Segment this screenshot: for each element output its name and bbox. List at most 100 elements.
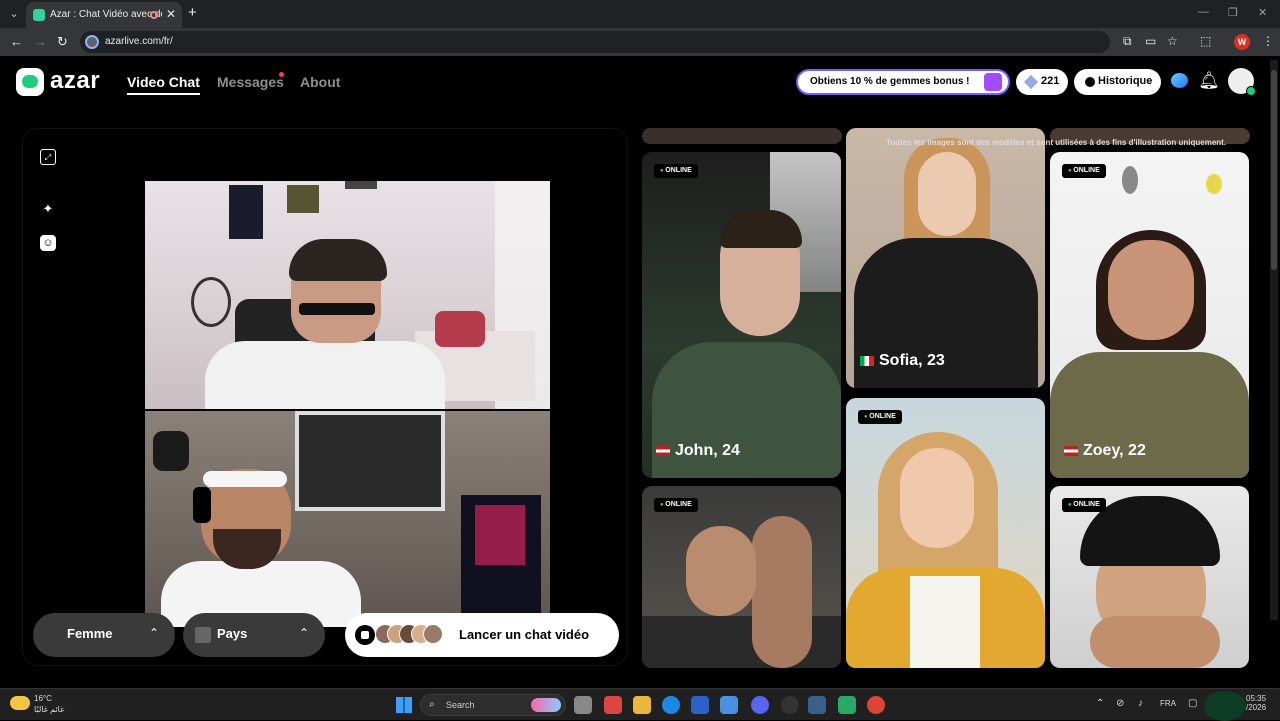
translate-icon[interactable]: ⧉ <box>1123 34 1132 49</box>
weather-icon[interactable] <box>10 696 30 710</box>
camera-icon <box>355 625 375 645</box>
site-header: azar Video Chat Messages About Obtiens 1… <box>0 56 1280 108</box>
chat-bubble-icon[interactable] <box>1169 70 1191 92</box>
android-app-icon[interactable] <box>838 696 856 714</box>
video-chat-panel: ⤢ ✦ ☺ Femme ⌃ Pays ⌃ Lancer un chat vidé… <box>22 128 628 666</box>
clock-icon <box>1085 77 1095 87</box>
site-info-icon[interactable] <box>85 35 99 49</box>
chevron-up-icon: ⌃ <box>148 626 159 640</box>
app-icon[interactable] <box>781 696 799 714</box>
remote-video-feed <box>145 181 550 409</box>
chrome-icon[interactable] <box>867 696 885 714</box>
forward-icon[interactable]: → <box>34 34 47 49</box>
minimize-icon[interactable]: — <box>1198 6 1209 18</box>
discord-icon[interactable] <box>751 696 769 714</box>
profile-card-sofia[interactable]: Sofia, 23 <box>846 128 1045 388</box>
settings-app-icon[interactable] <box>808 696 826 714</box>
edge-icon[interactable] <box>662 696 680 714</box>
online-badge: ONLINE <box>858 410 902 424</box>
online-badge: ONLINE <box>654 164 698 178</box>
start-video-chat-label: Lancer un chat vidéo <box>459 627 590 642</box>
windows-start-icon[interactable] <box>396 697 412 713</box>
profile-card-john[interactable]: ONLINE John, 24 <box>642 152 841 478</box>
browser-profile-avatar[interactable]: W <box>1234 34 1250 50</box>
profile-card[interactable]: ONLINE <box>846 398 1045 668</box>
gender-filter-label: Femme <box>67 626 113 641</box>
bonus-gems-promo-button[interactable]: Obtiens 10 % de gemmes bonus ! <box>796 69 1010 95</box>
streamer-logo <box>1204 691 1246 721</box>
widgets-icon[interactable] <box>604 696 622 714</box>
bookmark-star-icon[interactable]: ☆ <box>1167 34 1178 48</box>
logo-text[interactable]: azar <box>50 67 100 95</box>
network-icon[interactable]: ⊘ <box>1116 698 1124 709</box>
user-avatar[interactable] <box>1228 68 1256 96</box>
start-video-chat-button[interactable]: Lancer un chat vidéo <box>345 613 619 657</box>
cast-icon[interactable]: ▭ <box>1145 34 1156 48</box>
recording-icon <box>150 11 158 19</box>
profile-card-zoey[interactable]: ONLINE Zoey, 22 <box>1050 152 1249 478</box>
page-scrollbar[interactable] <box>1270 60 1278 620</box>
local-video-feed <box>145 411 550 627</box>
us-flag-icon <box>1064 445 1078 456</box>
os-taskbar: 16°C غائم غالبًا ⌕ Search ⌃ ⊘ ♪ FRA ▢ 05… <box>0 688 1280 721</box>
profile-card[interactable]: ONLINE <box>1050 486 1249 668</box>
gender-filter-select[interactable]: Femme ⌃ <box>33 613 175 657</box>
country-filter-select[interactable]: Pays ⌃ <box>183 613 325 657</box>
chevron-up-icon: ⌃ <box>298 626 309 640</box>
browser-toolbar: ← → ↻ azarlive.com/fr/ ⧉ ▭ ☆ ⬚ W ⋮ <box>0 28 1280 56</box>
nav-messages[interactable]: Messages <box>217 74 284 90</box>
task-view-icon[interactable] <box>574 696 592 714</box>
online-badge: ONLINE <box>1062 164 1106 178</box>
browser-tab[interactable]: Azar : Chat Vidéo avec de n ✕ <box>26 2 182 28</box>
history-button[interactable]: Historique <box>1074 69 1161 95</box>
azar-favicon-icon <box>33 9 45 21</box>
history-label: Historique <box>1098 75 1153 87</box>
tab-title: Azar : Chat Vidéo avec de n <box>50 9 162 20</box>
profile-card[interactable]: ONLINE <box>642 486 841 668</box>
country-filter-label: Pays <box>217 626 248 641</box>
file-explorer-icon[interactable] <box>633 696 651 714</box>
restore-icon[interactable]: ❐ <box>1228 6 1238 19</box>
browser-menu-icon[interactable]: ⋮ <box>1262 34 1274 48</box>
gift-icon <box>984 73 1002 91</box>
expand-icon[interactable]: ⤢ <box>40 149 56 165</box>
promo-text: Obtiens 10 % de gemmes bonus ! <box>810 76 970 87</box>
online-badge: ONLINE <box>654 498 698 512</box>
gems-count: 221 <box>1041 75 1060 87</box>
bell-icon[interactable]: 🔔︎ <box>1198 70 1220 92</box>
notification-icon[interactable]: ▢ <box>1188 698 1197 709</box>
search-icon: ⌕ <box>429 699 435 710</box>
gems-balance-button[interactable]: 221 <box>1016 69 1068 95</box>
magic-wand-icon[interactable]: ✦ <box>40 201 56 217</box>
profile-gallery: ONLINE John, 24 Sofia, 23 ONLINE Zoey, 2… <box>642 128 1250 668</box>
messages-unread-dot <box>279 72 284 77</box>
back-icon[interactable]: ← <box>10 34 23 49</box>
tab-search-icon[interactable]: ⌄ <box>6 6 22 22</box>
new-tab-icon[interactable]: + <box>188 4 197 21</box>
nav-video-chat[interactable]: Video Chat <box>127 74 200 95</box>
url-text: azarlive.com/fr/ <box>105 36 173 47</box>
weather-description: غائم غالبًا <box>34 705 65 714</box>
outlook-icon[interactable] <box>720 696 738 714</box>
tray-chevron-icon[interactable]: ⌃ <box>1096 698 1104 709</box>
gem-icon <box>1023 74 1039 90</box>
store-icon[interactable] <box>691 696 709 714</box>
smiley-icon[interactable]: ☺ <box>40 235 56 251</box>
extensions-icon[interactable]: ⬚ <box>1200 34 1211 48</box>
nav-about[interactable]: About <box>300 74 340 90</box>
taskbar-search[interactable]: ⌕ Search <box>420 694 566 716</box>
profile-name: John, 24 <box>656 442 740 460</box>
profile-name: Sofia, 23 <box>860 352 945 370</box>
mic-icon[interactable]: ♪ <box>1138 698 1143 709</box>
italy-flag-icon <box>860 355 874 366</box>
tab-close-icon[interactable]: ✕ <box>166 7 176 21</box>
input-language[interactable]: FRA <box>1160 699 1176 708</box>
profile-name: Zoey, 22 <box>1064 442 1146 460</box>
window-close-icon[interactable]: ✕ <box>1258 6 1267 19</box>
illustration-disclaimer: Toutes les images sont des modèles et so… <box>886 138 1227 147</box>
azar-logo-icon[interactable] <box>16 68 44 96</box>
address-bar[interactable]: azarlive.com/fr/ <box>80 31 1110 53</box>
taskbar-clock[interactable]: 05:35/2026 <box>1246 694 1266 712</box>
online-badge: ONLINE <box>1062 498 1106 512</box>
reload-icon[interactable]: ↻ <box>57 34 68 50</box>
